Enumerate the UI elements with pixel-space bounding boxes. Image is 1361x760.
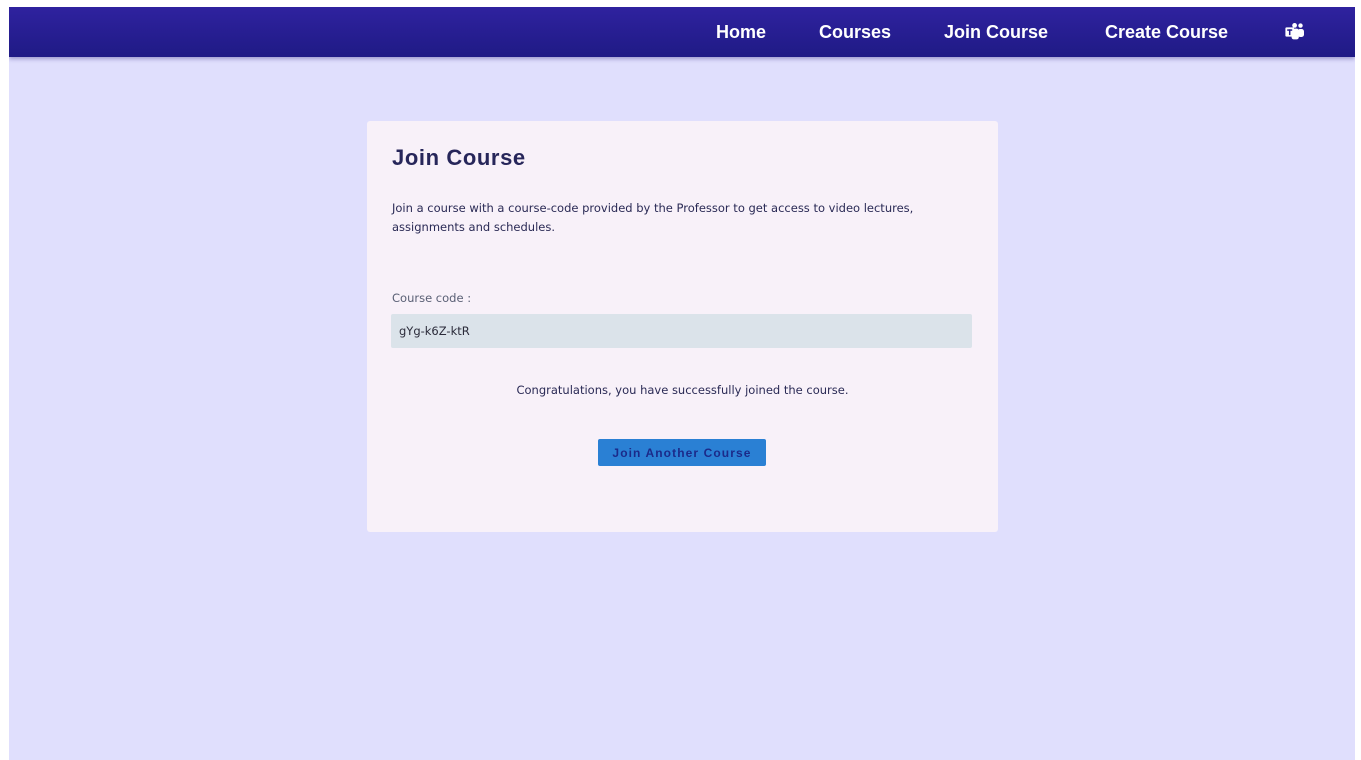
course-code-input[interactable]	[391, 314, 972, 348]
microsoft-teams-icon[interactable]	[1285, 23, 1305, 41]
join-course-description: Join a course with a course-code provide…	[392, 201, 914, 234]
join-course-card: Join Course Join a course with a course-…	[367, 121, 998, 532]
success-message: Congratulations, you have successfully j…	[516, 383, 849, 397]
page-title: Join Course	[392, 145, 526, 170]
nav-join-course-link[interactable]: Join Course	[944, 7, 1048, 57]
nav-home-link[interactable]: Home	[716, 7, 766, 57]
nav-create-course-link[interactable]: Create Course	[1105, 7, 1228, 57]
top-navbar: Home Courses Join Course Create Course	[9, 7, 1355, 57]
join-another-course-button[interactable]: Join Another Course	[598, 439, 766, 466]
nav-courses-link[interactable]: Courses	[819, 7, 891, 57]
course-code-label: Course code :	[392, 291, 472, 305]
app-frame: Home Courses Join Course Create Course J…	[9, 7, 1355, 760]
